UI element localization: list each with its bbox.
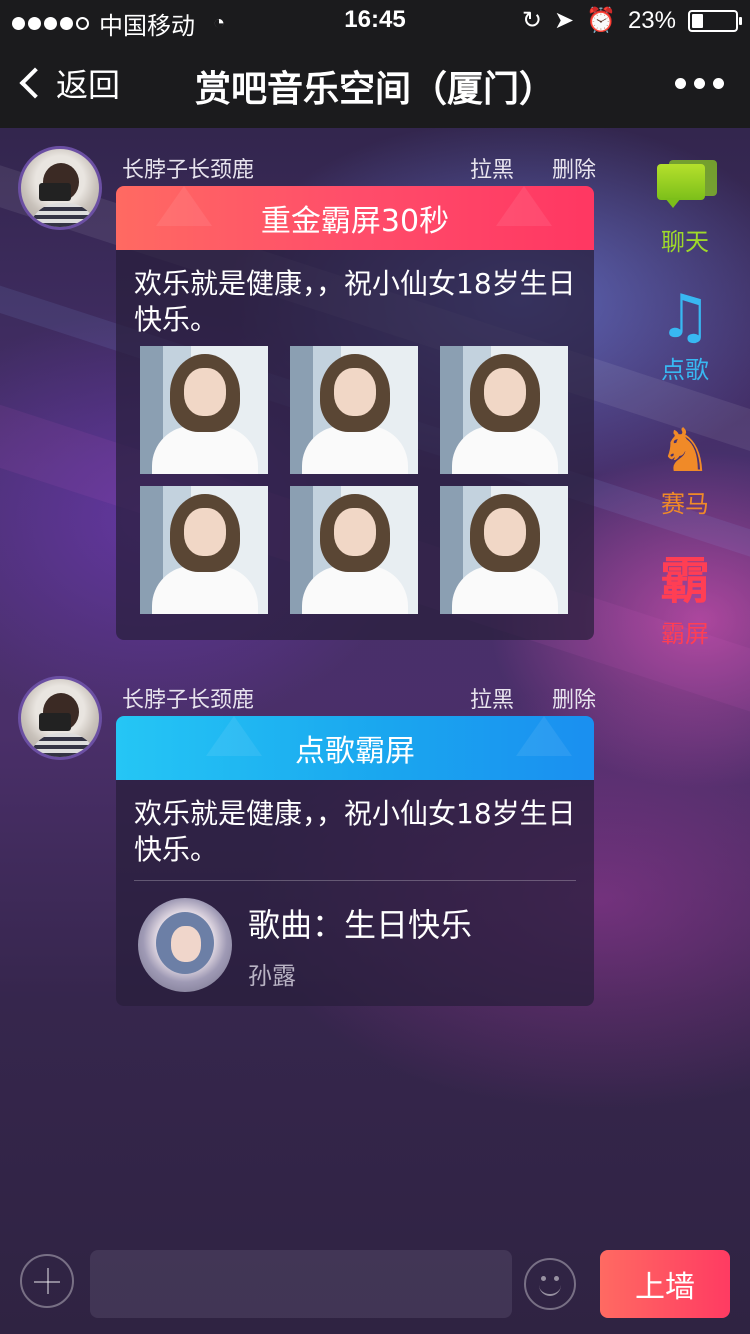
more-options-button[interactable] xyxy=(675,78,724,89)
status-bar: 中国移动 ◔ 16:45 ↻ ➤ ⏰ 23% xyxy=(0,0,750,40)
chat-message: 长脖子长颈鹿 拉黑 删除 点歌霸屏 欢乐就是健康，，祝小仙女18岁生日快乐。 歌… xyxy=(18,676,596,1016)
photo-thumbnail[interactable] xyxy=(140,346,268,474)
side-item-label: 聊天 xyxy=(661,228,709,256)
card-header: 点歌霸屏 xyxy=(116,716,594,780)
navigation-bar: 返回 赏吧音乐空间（厦门） xyxy=(0,40,750,128)
album-cover xyxy=(138,898,232,992)
chat-message: 长脖子长颈鹿 拉黑 删除 重金霸屏30秒 欢乐就是健康，，祝小仙女18岁生日快乐… xyxy=(18,146,596,646)
photo-thumbnail[interactable] xyxy=(290,346,418,474)
side-item-chat[interactable]: 聊天 xyxy=(640,160,730,257)
side-item-horse-race[interactable]: ♞ 赛马 xyxy=(640,416,730,519)
avatar[interactable] xyxy=(18,676,102,760)
message-card: 重金霸屏30秒 欢乐就是健康，，祝小仙女18岁生日快乐。 xyxy=(116,186,594,640)
card-title: 重金霸屏30秒 xyxy=(260,204,450,239)
photo-thumbnail[interactable] xyxy=(440,486,568,614)
side-item-label: 点歌 xyxy=(661,356,709,384)
ba-character-icon: 霸 xyxy=(660,552,710,610)
photo-grid xyxy=(140,346,570,614)
photo-thumbnail[interactable] xyxy=(440,346,568,474)
photo-thumbnail[interactable] xyxy=(290,486,418,614)
side-item-label: 霸屏 xyxy=(661,620,709,648)
block-user-button[interactable]: 拉黑 xyxy=(470,682,514,714)
side-item-song[interactable]: ♫ 点歌 xyxy=(640,282,730,385)
delete-message-button[interactable]: 删除 xyxy=(552,682,596,714)
music-note-icon: ♫ xyxy=(658,282,712,352)
rotation-lock-icon: ↻ xyxy=(521,7,542,34)
horse-icon: ♞ xyxy=(658,416,712,486)
chat-bubbles-icon xyxy=(653,160,717,218)
card-header: 重金霸屏30秒 xyxy=(116,186,594,250)
message-text: 欢乐就是健康，，祝小仙女18岁生日快乐。 xyxy=(134,267,576,336)
card-title: 点歌霸屏 xyxy=(295,734,415,769)
side-item-label: 赛马 xyxy=(661,490,709,518)
message-input[interactable] xyxy=(90,1250,512,1318)
photo-thumbnail[interactable] xyxy=(140,486,268,614)
input-bar: 上墙 xyxy=(0,1234,750,1334)
page-title: 赏吧音乐空间（厦门） xyxy=(194,69,555,110)
battery-icon xyxy=(688,9,742,32)
add-attachment-button[interactable] xyxy=(20,1254,74,1308)
post-to-wall-button[interactable]: 上墙 xyxy=(600,1250,730,1318)
more-dots-icon xyxy=(675,78,686,89)
block-user-button[interactable]: 拉黑 xyxy=(470,152,514,184)
divider xyxy=(134,880,576,881)
emoji-button[interactable] xyxy=(524,1258,576,1310)
avatar[interactable] xyxy=(18,146,102,230)
message-username: 长脖子长颈鹿 xyxy=(122,158,255,183)
delete-message-button[interactable]: 删除 xyxy=(552,152,596,184)
message-username: 长脖子长颈鹿 xyxy=(122,688,255,713)
song-info[interactable]: 歌曲：生日快乐 孙露 xyxy=(138,898,472,992)
alarm-icon: ⏰ xyxy=(586,7,616,34)
song-artist: 孙露 xyxy=(248,961,296,990)
battery-percent: 23% xyxy=(627,6,676,34)
message-card: 点歌霸屏 欢乐就是健康，，祝小仙女18岁生日快乐。 歌曲：生日快乐 孙露 xyxy=(116,716,594,1006)
location-arrow-icon: ➤ xyxy=(553,7,575,34)
side-item-screen-takeover[interactable]: 霸 霸屏 xyxy=(640,552,730,649)
message-text: 欢乐就是健康，，祝小仙女18岁生日快乐。 xyxy=(134,797,576,866)
song-title: 歌曲：生日快乐 xyxy=(248,905,473,944)
